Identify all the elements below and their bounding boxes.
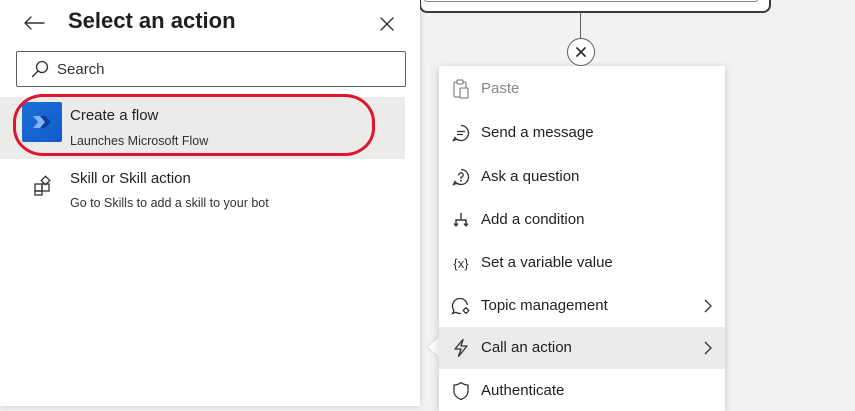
menu-item-call-action[interactable]: Call an action [439, 327, 725, 369]
chevron-right-icon [701, 340, 715, 356]
action-item-description: Go to Skills to add a skill to your bot [70, 196, 269, 210]
menu-item-set-variable[interactable]: {x} Set a variable value [439, 242, 725, 284]
menu-item-label: Ask a question [481, 168, 580, 185]
skill-icon [32, 175, 54, 197]
shield-icon [451, 381, 471, 401]
menu-item-label: Set a variable value [481, 254, 613, 271]
panel-header: Select an action [0, 0, 420, 46]
action-item-create-flow[interactable]: Create a flow Launches Microsoft Flow [0, 97, 405, 159]
close-icon [380, 17, 394, 31]
menu-item-label: Paste [481, 80, 520, 97]
topic-management-icon [451, 296, 471, 316]
variable-icon: {x} [453, 255, 469, 271]
search-box[interactable] [16, 51, 406, 87]
menu-item-label: Call an action [481, 339, 572, 356]
question-icon [451, 167, 471, 187]
action-item-title: Create a flow [70, 107, 159, 124]
menu-item-label: Send a message [481, 124, 594, 141]
power-automate-icon [22, 102, 62, 142]
select-action-panel: Select an action Create a flow Launches … [0, 0, 420, 406]
search-input[interactable] [57, 57, 397, 81]
message-icon [451, 123, 471, 143]
branch-icon [451, 210, 471, 230]
menu-item-authenticate[interactable]: Authenticate [439, 370, 725, 411]
search-icon [31, 60, 49, 78]
panel-title: Select an action [68, 8, 236, 33]
add-node-menu: Paste Send a message Ask a question Add … [439, 66, 725, 411]
close-icon [576, 47, 586, 57]
menu-item-add-condition[interactable]: Add a condition [439, 199, 725, 241]
action-item-title: Skill or Skill action [70, 170, 191, 187]
dismiss-panel-button[interactable] [375, 12, 399, 36]
menu-pointer-caret [428, 337, 439, 357]
lightning-icon [451, 338, 471, 358]
flow-connector-line [580, 12, 581, 40]
back-button[interactable] [22, 11, 46, 35]
menu-item-label: Authenticate [481, 382, 565, 399]
menu-item-label: Add a condition [481, 211, 585, 228]
action-item-description: Launches Microsoft Flow [70, 134, 209, 148]
chevron-right-icon [701, 298, 715, 314]
action-item-skill[interactable]: Skill or Skill action Go to Skills to ad… [0, 163, 405, 225]
paste-icon [451, 79, 471, 99]
menu-item-ask-question[interactable]: Ask a question [439, 156, 725, 198]
menu-item-paste[interactable]: Paste [439, 68, 725, 110]
back-arrow-icon [24, 16, 45, 30]
canvas-node-inner-field [424, 0, 758, 2]
menu-item-send-message[interactable]: Send a message [439, 112, 725, 154]
close-insert-node-button[interactable] [567, 38, 595, 66]
menu-item-label: Topic management [481, 297, 608, 314]
menu-item-topic-management[interactable]: Topic management [439, 285, 725, 327]
